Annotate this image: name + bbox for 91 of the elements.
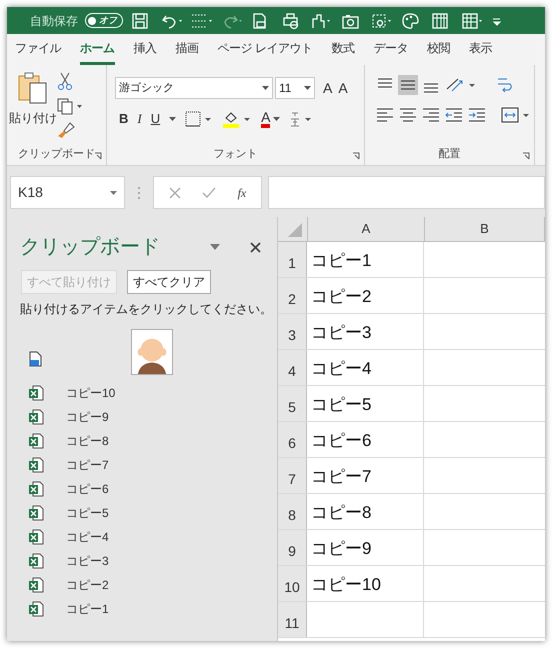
image-file-icon[interactable] [28,351,42,367]
pane-title: クリップボード [20,235,161,260]
clipboard-item[interactable]: コピー7 [20,453,277,477]
row-header[interactable]: 9 [278,530,307,565]
clipboard-item[interactable]: コピー4 [20,525,277,549]
ribbon-tab[interactable]: ページ レイアウト [218,39,312,65]
group-label: 配置 [438,146,460,162]
row-header[interactable]: 5 [278,386,307,421]
dropdown-arrow-icon[interactable] [210,244,220,250]
ribbon-tab[interactable]: 描画 [176,39,198,65]
group-label: クリップボード [18,146,95,162]
dialog-launcher-icon[interactable] [352,152,360,160]
copy-icon[interactable] [56,97,84,115]
name-box[interactable]: K18 [10,176,125,209]
table-cell: コピー1 [307,242,424,277]
clipboard-item[interactable]: コピー5 [20,501,277,525]
dropdown-arrow-icon[interactable] [169,116,176,121]
table-icon[interactable] [460,10,483,30]
column-header[interactable]: A [308,217,425,241]
spreadsheet-file-icon[interactable] [28,601,44,617]
spreadsheet-file-icon[interactable] [28,553,44,569]
formula-field[interactable] [268,176,545,209]
dropdown-arrow-icon[interactable] [110,190,117,194]
instruction-text: 貼り付けるアイテムをクリックしてください。 [20,301,273,318]
clipboard-item[interactable]: コピー3 [20,549,277,573]
font-size-field[interactable]: 11 [275,77,315,99]
dropdown-arrow-icon[interactable] [262,86,269,90]
row-header[interactable]: 8 [278,494,307,529]
dialog-launcher-icon[interactable] [94,152,102,160]
table-cell: コピー4 [307,350,424,385]
borders-icon[interactable] [185,110,214,127]
merge-center-icon[interactable] [500,105,530,125]
spreadsheet-file-icon[interactable] [28,433,44,449]
clipboard-item[interactable]: コピー1 [20,597,277,621]
table-cell: コピー7 [307,458,424,493]
row-header[interactable]: 2 [278,278,307,313]
spreadsheet-file-icon[interactable] [28,385,44,401]
clipboard-item[interactable]: コピー9 [20,405,277,429]
clipboard-icon[interactable] [17,71,49,105]
ribbon-tab[interactable]: ファイル [15,39,61,65]
check-icon[interactable] [202,186,216,198]
font-color-button[interactable]: A [261,110,270,128]
row-header[interactable]: 10 [278,566,307,601]
fill-color-icon[interactable] [222,110,252,128]
autosave-label: 自動保存 [30,12,78,30]
clipboard-item[interactable]: コピー6 [20,477,277,501]
row-header[interactable]: 7 [278,458,307,493]
close-icon[interactable] [250,242,261,252]
table-cell: コピー8 [307,494,424,529]
spreadsheet-file-icon[interactable] [28,505,44,521]
table-cell: コピー5 [307,386,424,421]
clipboard-item[interactable]: コピー8 [20,429,277,453]
shrink-font-button[interactable]: A [338,78,348,98]
grip-icon[interactable] [137,186,141,200]
bold-button[interactable]: B [119,109,128,128]
table-cell: コピー10 [307,566,424,601]
row-header[interactable]: 6 [278,422,307,457]
phonetic-guide-icon[interactable] [289,110,314,128]
grow-font-button[interactable]: A [323,78,332,98]
spreadsheet-file-icon[interactable] [28,529,44,545]
insert-function-button[interactable]: fx [238,184,246,202]
ribbon-tab[interactable]: 表示 [468,39,492,65]
ribbon-tab[interactable]: 挿入 [134,39,156,65]
pane-button[interactable]: すべてクリア [127,270,211,294]
ribbon-tab[interactable]: データ [373,39,408,65]
ribbon-tab[interactable]: 校閲 [426,39,450,65]
row-header[interactable]: 1 [278,242,307,277]
spreadsheet-file-icon[interactable] [28,457,44,473]
dropdown-arrow-icon[interactable] [304,86,311,90]
spreadsheet-file-icon[interactable] [28,577,44,593]
spreadsheet-file-icon[interactable] [28,481,44,497]
spreadsheet-file-icon[interactable] [28,409,44,425]
table-cell: コピー3 [307,314,424,349]
row-header[interactable]: 11 [278,602,307,637]
row-header[interactable]: 3 [278,314,307,349]
italic-button[interactable]: I [137,109,142,128]
table-cell: コピー6 [307,422,424,457]
dialog-launcher-icon[interactable] [522,152,530,160]
ribbon-tab[interactable]: 数式 [331,39,354,65]
font-name-field[interactable]: 游ゴシック [115,77,273,99]
group-label: フォント [214,146,258,162]
autosave-toggle[interactable]: オフ [85,13,123,28]
underline-button[interactable]: U [150,109,160,128]
clipboard-item[interactable]: コピー2 [20,573,277,597]
row-header[interactable]: 4 [278,350,307,385]
clipboard-item[interactable]: コピー10 [20,381,277,405]
align-middle-icon[interactable] [398,75,418,95]
table-cell: コピー9 [307,530,424,565]
table-cell: コピー2 [307,278,424,313]
dropdown-arrow-icon[interactable] [273,116,280,121]
column-header[interactable]: B [425,217,545,241]
